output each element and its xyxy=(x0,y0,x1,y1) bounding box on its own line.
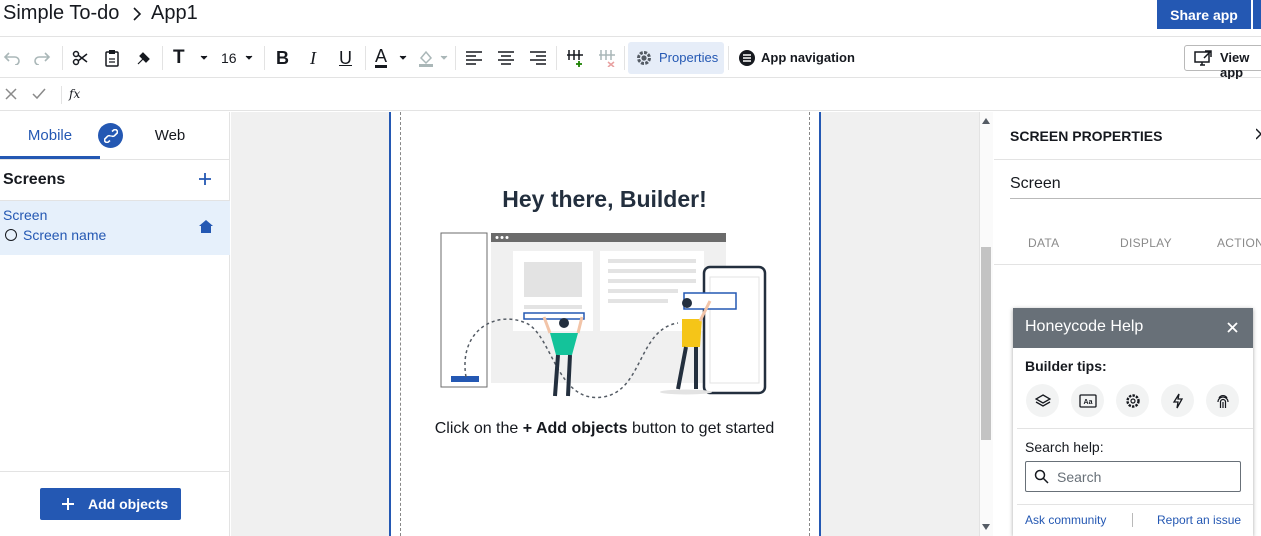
search-icon xyxy=(1034,469,1049,484)
welcome-heading: Hey there, Builder! xyxy=(502,186,707,212)
cut-icon[interactable] xyxy=(70,48,90,68)
search-input[interactable] xyxy=(1057,467,1227,487)
screen-name-value: Screen xyxy=(1010,175,1061,192)
font-style-button[interactable]: T xyxy=(173,47,185,69)
fx-label: fx xyxy=(69,87,81,101)
ask-community-link[interactable]: Ask community xyxy=(1025,513,1106,527)
underline-button[interactable]: U xyxy=(339,48,352,69)
add-column-icon[interactable] xyxy=(565,48,585,68)
layers-icon[interactable] xyxy=(1026,384,1059,417)
scroll-down-icon[interactable] xyxy=(982,524,990,530)
help-divider xyxy=(1017,428,1253,429)
screens-heading: Screens xyxy=(3,171,66,188)
app-navigation-icon[interactable] xyxy=(737,48,757,68)
breadcrumb-app[interactable]: Simple To-do xyxy=(3,2,119,25)
add-objects-label: Add objects xyxy=(88,496,169,512)
toolbar-divider xyxy=(365,46,366,70)
builder-tips-label: Builder tips: xyxy=(1025,358,1107,374)
toolbar-divider xyxy=(162,46,163,70)
check-icon[interactable] xyxy=(32,88,46,100)
chevron-down-icon[interactable] xyxy=(397,48,409,68)
help-footer-divider xyxy=(1017,504,1253,505)
help-footer-separator xyxy=(1132,513,1133,527)
bold-button[interactable]: B xyxy=(276,48,289,69)
breadcrumb-page: App1 xyxy=(151,2,198,24)
chevron-right-icon xyxy=(131,6,143,22)
add-objects-hint: Click on the + Add objects button to get… xyxy=(402,420,807,438)
toolbar-divider xyxy=(264,46,265,70)
formula-divider xyxy=(61,86,62,104)
report-issue-link[interactable]: Report an issue xyxy=(1157,513,1241,527)
chevron-down-icon[interactable] xyxy=(198,48,210,68)
screen-item-name: Screen name xyxy=(23,227,107,243)
close-icon[interactable] xyxy=(1256,128,1261,140)
plus-icon xyxy=(61,497,75,511)
italic-button[interactable]: I xyxy=(310,48,316,69)
hint-text-pre: Click on the xyxy=(434,420,523,437)
toolbar-divider xyxy=(556,46,557,70)
close-icon[interactable] xyxy=(1227,322,1238,333)
paste-icon[interactable] xyxy=(102,48,122,68)
formula-input[interactable] xyxy=(90,82,1250,108)
builder-illustration xyxy=(438,229,768,399)
toolbar-divider xyxy=(728,46,729,70)
left-panel-footer-divider xyxy=(0,471,230,472)
lightning-icon[interactable] xyxy=(1161,384,1194,417)
scrollbar-thumb[interactable] xyxy=(981,247,991,440)
gear-icon[interactable] xyxy=(1116,384,1149,417)
properties-tabs-divider xyxy=(994,264,1261,265)
toolbar-divider xyxy=(62,46,63,70)
align-left-icon[interactable] xyxy=(464,48,484,68)
external-screen-icon xyxy=(1193,48,1213,68)
search-help-label: Search help: xyxy=(1025,439,1104,455)
chevron-down-icon[interactable] xyxy=(438,48,450,68)
redo-icon[interactable] xyxy=(32,48,52,68)
tab-web[interactable]: Web xyxy=(150,112,190,158)
app-navigation-button[interactable]: App navigation xyxy=(761,50,855,65)
svg-text:Aa: Aa xyxy=(1083,399,1092,406)
close-icon[interactable] xyxy=(5,88,17,100)
text-color-button[interactable]: A xyxy=(375,47,388,68)
tab-actions[interactable]: ACTIONS xyxy=(1217,236,1261,250)
fill-color-icon[interactable] xyxy=(416,48,436,68)
font-size-value[interactable]: 16 xyxy=(221,50,237,66)
screen-item-title: Screen xyxy=(3,207,48,223)
help-title: Honeycode Help xyxy=(1025,318,1144,335)
hint-text-post: button to get started xyxy=(627,420,775,437)
undo-icon[interactable] xyxy=(2,48,22,68)
tabs-divider xyxy=(0,159,230,160)
format-painter-icon[interactable] xyxy=(134,48,154,68)
fingerprint-icon[interactable] xyxy=(1206,384,1239,417)
hint-text-bold: + Add objects xyxy=(522,420,628,437)
radio-circle-icon xyxy=(5,229,17,241)
tab-mobile[interactable]: Mobile xyxy=(0,112,100,158)
align-center-icon[interactable] xyxy=(496,48,516,68)
gear-icon xyxy=(634,48,654,68)
properties-divider xyxy=(994,159,1261,160)
toolbar-divider xyxy=(624,46,625,70)
remove-column-icon[interactable] xyxy=(597,48,617,68)
add-screen-icon[interactable] xyxy=(197,171,213,187)
chevron-down-icon[interactable] xyxy=(243,48,255,68)
link-icon[interactable] xyxy=(98,123,123,148)
home-icon[interactable] xyxy=(198,219,214,234)
properties-label: Properties xyxy=(659,50,719,65)
tab-data[interactable]: DATA xyxy=(1028,236,1059,250)
view-app-label: View app xyxy=(1220,50,1250,80)
share-app-dropdown[interactable] xyxy=(1253,0,1261,29)
toolbar-divider xyxy=(455,46,456,70)
text-format-icon[interactable]: Aa xyxy=(1071,384,1104,417)
align-right-icon[interactable] xyxy=(528,48,548,68)
tab-display[interactable]: DISPLAY xyxy=(1120,236,1172,250)
share-app-button[interactable]: Share app xyxy=(1157,0,1251,29)
screen-properties-title: SCREEN PROPERTIES xyxy=(1010,128,1163,144)
scroll-up-icon[interactable] xyxy=(982,118,990,124)
